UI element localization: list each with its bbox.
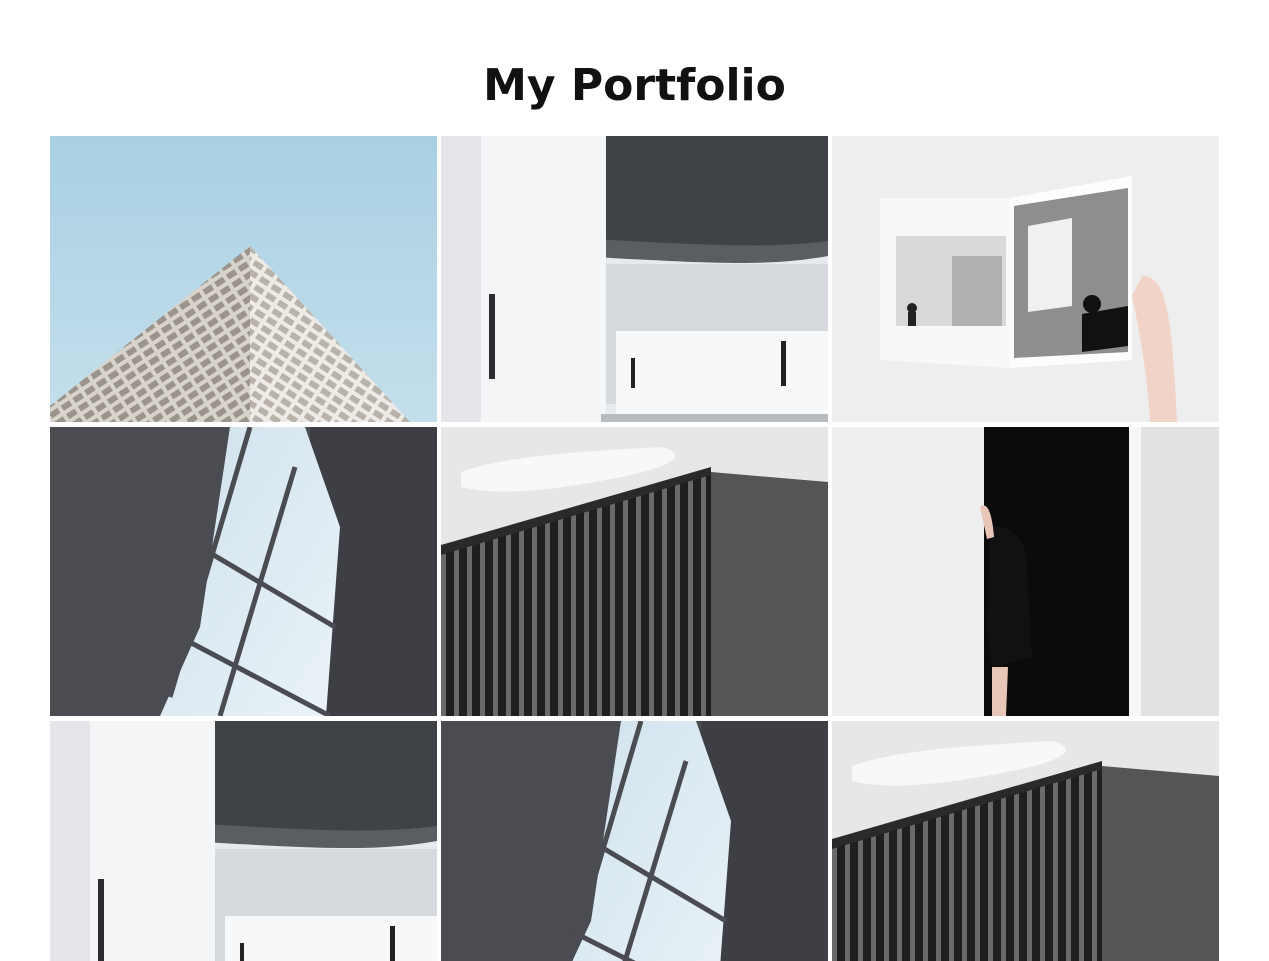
slatted-building-photo (832, 721, 1219, 961)
gallery-item-canopy[interactable] (441, 136, 828, 422)
pyramid-facade-photo (50, 136, 437, 422)
gallery-item-slatted-2[interactable] (832, 721, 1219, 961)
portfolio-grid (50, 136, 1220, 961)
gallery-item-slatted[interactable] (441, 427, 828, 716)
slatted-building-photo (441, 427, 828, 716)
portfolio-page: My Portfolio (0, 0, 1269, 961)
gallery-item-doorway[interactable] (832, 427, 1219, 716)
open-magazine-photo (832, 136, 1219, 422)
woman-in-doorway-photo (832, 427, 1219, 716)
page-title: My Portfolio (483, 60, 786, 111)
gallery-item-skylight-2[interactable] (441, 721, 828, 961)
skylight-wedge-photo (441, 721, 828, 961)
gallery-item-canopy-2[interactable] (50, 721, 437, 961)
gallery-item-magazine[interactable] (832, 136, 1219, 422)
gallery-item-pyramid[interactable] (50, 136, 437, 422)
museum-canopy-photo (50, 721, 437, 961)
museum-canopy-photo (441, 136, 828, 422)
gallery-item-skylight[interactable] (50, 427, 437, 716)
skylight-wedge-photo (50, 427, 437, 716)
